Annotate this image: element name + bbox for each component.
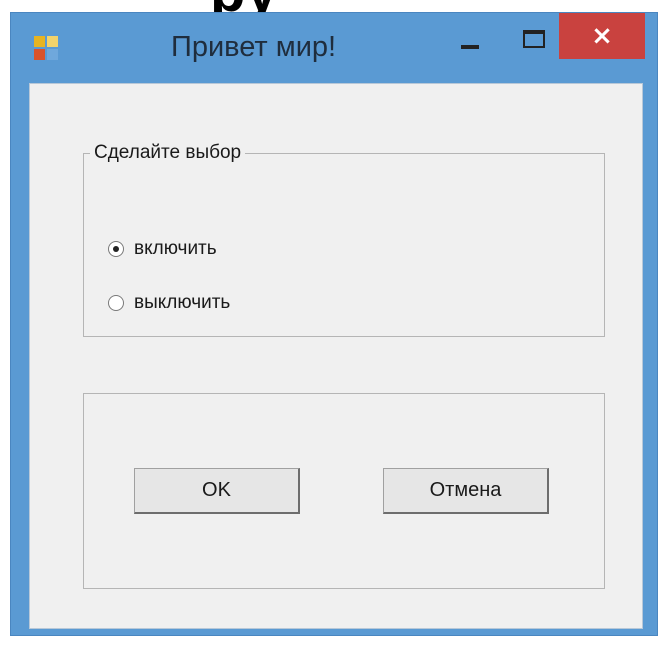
radio-button-on[interactable] [108, 241, 124, 257]
choice-group-title: Сделайте выбор [94, 142, 242, 163]
window-title: Привет мир! [171, 31, 337, 63]
close-icon: × [591, 21, 613, 51]
radio-label-on[interactable]: включить [134, 238, 217, 260]
radio-option-off[interactable]: выключить [108, 290, 230, 316]
app-window: Привет мир! × Сделайте выбор включить вы… [10, 12, 658, 636]
client-area: Сделайте выбор включить выключить OK Отм… [29, 83, 643, 629]
ok-button[interactable]: OK [134, 468, 300, 514]
maximize-button[interactable] [511, 23, 557, 57]
title-bar[interactable]: Привет мир! × [11, 13, 657, 81]
radio-label-off[interactable]: выключить [134, 292, 230, 314]
buttons-groupbox: OK Отмена [83, 393, 605, 589]
radio-option-on[interactable]: включить [108, 236, 217, 262]
minimize-button[interactable] [447, 23, 493, 57]
cancel-button[interactable]: Отмена [383, 468, 549, 514]
app-icon [34, 36, 58, 60]
radio-button-off[interactable] [108, 295, 124, 311]
choice-groupbox: Сделайте выбор включить выключить [83, 142, 605, 337]
close-button[interactable]: × [559, 13, 645, 59]
